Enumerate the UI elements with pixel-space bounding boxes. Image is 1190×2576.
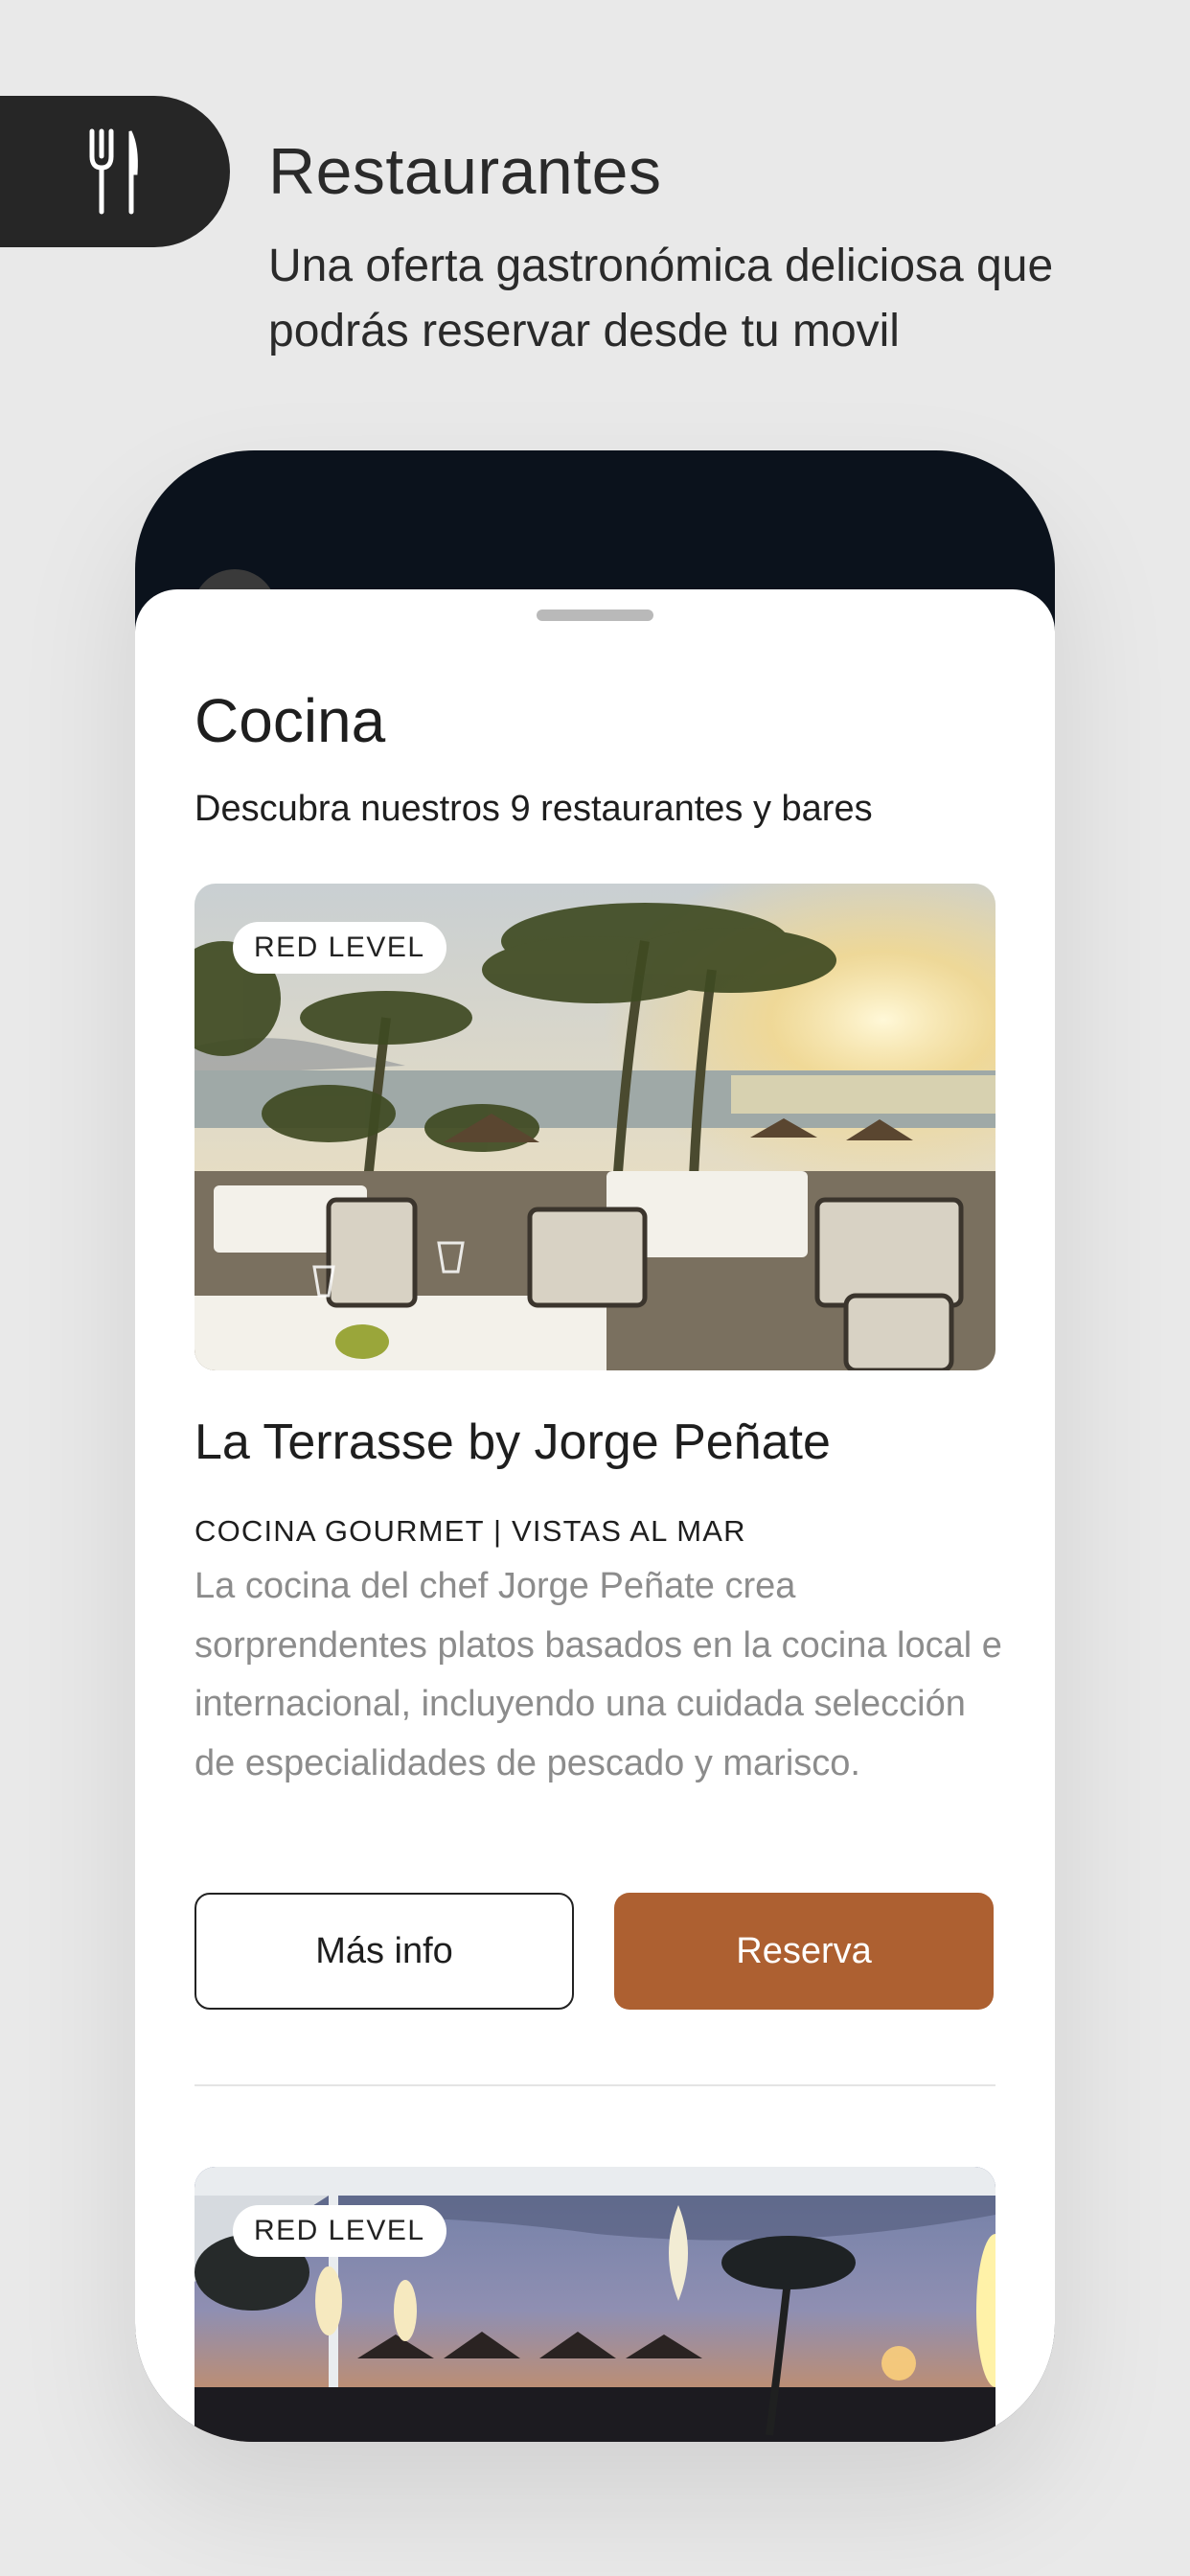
promo-subtitle: Una oferta gastronómica deliciosa que po… (268, 241, 1054, 356)
more-info-button[interactable]: Más info (195, 1893, 574, 2010)
restaurant-description: La cocina del chef Jorge Peñate crea sor… (195, 1566, 1002, 1783)
sheet-subtitle: Descubra nuestros 9 restaurantes y bares (195, 789, 873, 829)
level-badge: RED LEVEL (233, 2205, 446, 2257)
level-badge: RED LEVEL (233, 922, 446, 974)
promo-icon-tab (0, 96, 230, 247)
restaurant-tags: COCINA GOURMET | VISTAS AL MAR (195, 1514, 746, 1548)
restaurant-photo[interactable]: RED LEVEL (195, 884, 995, 1370)
card-divider (195, 2084, 995, 2086)
sheet-title: Cocina (195, 686, 386, 755)
promo-title: Restaurantes (268, 135, 662, 208)
restaurant-name: La Terrasse by Jorge Peñate (195, 1414, 831, 1470)
restaurant-photo[interactable]: RED LEVEL (195, 2167, 995, 2442)
cutlery-icon (89, 128, 138, 215)
bottom-sheet: Cocina Descubra nuestros 9 restaurantes … (135, 589, 1055, 2442)
sheet-grabber-handle[interactable] (537, 610, 653, 621)
phone-mockup: Cocina Descubra nuestros 9 restaurantes … (135, 450, 1055, 2442)
reserve-button[interactable]: Reserva (614, 1893, 994, 2010)
